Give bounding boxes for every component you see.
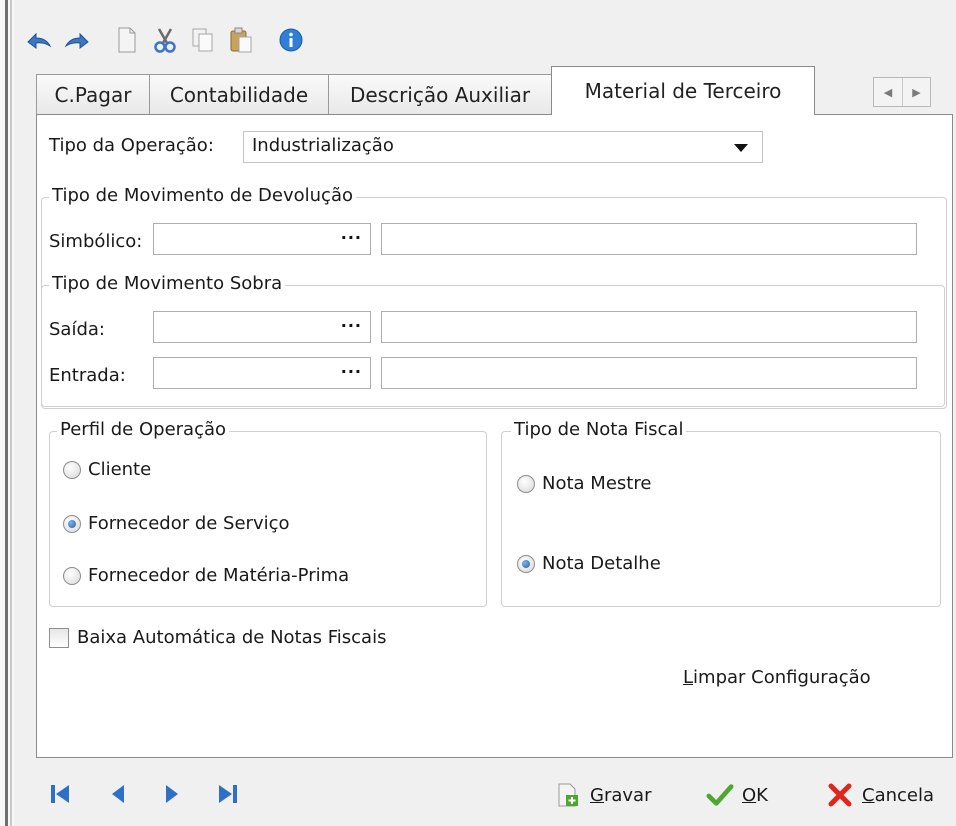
tab-material-de-terceiro[interactable]: Material de Terceiro <box>551 66 815 115</box>
limpar-configuracao-link[interactable]: Limpar Configuração <box>683 667 871 688</box>
radio-circle-selected <box>63 514 81 533</box>
radio-fornecedor-materia-prima[interactable]: Fornecedor de Matéria-Prima <box>63 565 349 586</box>
radio-cliente[interactable]: Cliente <box>63 459 151 480</box>
radio-nota-mestre-label: Nota Mestre <box>542 473 652 494</box>
cut-icon[interactable] <box>148 23 182 57</box>
toolbar <box>22 14 312 66</box>
save-document-icon <box>554 781 582 809</box>
simbolico-description-field[interactable] <box>381 223 917 255</box>
tipo-operacao-label: Tipo da Operação: <box>49 135 214 156</box>
radio-fornecedor-servico[interactable]: Fornecedor de Serviço <box>63 513 290 534</box>
info-icon[interactable] <box>274 23 308 57</box>
tab-descricao-auxiliar[interactable]: Descrição Auxiliar <box>328 74 552 115</box>
previous-record-icon[interactable] <box>104 780 132 808</box>
radio-fornecedor-servico-label: Fornecedor de Serviço <box>88 513 290 534</box>
tab-scroll-left-icon[interactable]: ◀ <box>874 78 902 106</box>
radio-fornecedor-materia-prima-label: Fornecedor de Matéria-Prima <box>88 565 350 586</box>
last-record-icon[interactable] <box>214 780 242 808</box>
close-icon <box>826 781 854 809</box>
simbolico-code-field[interactable]: ··· <box>153 223 371 255</box>
tab-bar: C.Pagar Contabilidade Descrição Auxiliar… <box>36 66 956 115</box>
tipo-operacao-value: Industrialização <box>252 135 394 156</box>
redo-icon[interactable] <box>60 23 94 57</box>
tab-scroll-buttons: ◀ ▶ <box>873 77 931 107</box>
gravar-accesskey: G <box>590 784 604 806</box>
paste-icon[interactable] <box>224 23 258 57</box>
radio-nota-detalhe-label: Nota Detalhe <box>542 553 661 574</box>
cancela-button[interactable]: Cancela <box>826 778 934 812</box>
baixa-automatica-checkbox[interactable]: Baixa Automática de Notas Fiscais <box>49 627 386 648</box>
sobra-group-title: Tipo de Movimento Sobra <box>49 273 286 294</box>
next-record-icon[interactable] <box>158 780 186 808</box>
saida-lookup-button[interactable]: ··· <box>341 316 362 335</box>
radio-circle <box>517 474 535 493</box>
tab-scroll-right-icon[interactable]: ▶ <box>902 78 930 106</box>
gravar-rest: ravar <box>603 784 652 806</box>
tab-c-pagar[interactable]: C.Pagar <box>36 74 150 115</box>
cancela-rest: ancela <box>874 784 935 806</box>
gravar-button[interactable]: Gravar <box>554 778 651 812</box>
saida-description-field[interactable] <box>381 311 917 343</box>
tipo-operacao-select[interactable]: Industrialização <box>243 131 763 163</box>
entrada-lookup-button[interactable]: ··· <box>341 362 362 381</box>
baixa-automatica-label: Baixa Automática de Notas Fiscais <box>77 627 387 648</box>
tab-contabilidade[interactable]: Contabilidade <box>149 74 329 115</box>
ok-accesskey: O <box>742 784 757 806</box>
entrada-description-field[interactable] <box>381 357 917 389</box>
undo-icon[interactable] <box>22 23 56 57</box>
saida-label: Saída: <box>49 319 105 340</box>
entrada-label: Entrada: <box>49 365 126 386</box>
perfil-operacao-group-title: Perfil de Operação <box>57 419 230 440</box>
radio-circle-selected <box>517 554 535 573</box>
limpar-rest: impar Configuração <box>693 667 871 688</box>
simbolico-label: Simbólico: <box>49 231 143 252</box>
edge-line <box>5 0 8 826</box>
radio-circle <box>63 566 81 585</box>
cancela-accesskey: C <box>862 784 875 806</box>
tab-panel-material-de-terceiro: Tipo da Operação: Industrialização Tipo … <box>36 114 953 758</box>
radio-nota-detalhe[interactable]: Nota Detalhe <box>517 553 661 574</box>
ok-rest: K <box>756 784 768 806</box>
devolucao-group-title: Tipo de Movimento de Devolução <box>49 185 356 206</box>
radio-cliente-label: Cliente <box>88 459 152 480</box>
entrada-code-field[interactable]: ··· <box>153 357 371 389</box>
first-record-icon[interactable] <box>46 780 74 808</box>
radio-circle <box>63 460 81 479</box>
check-icon <box>706 781 734 809</box>
ok-button[interactable]: OK <box>706 778 768 812</box>
window-left-edge <box>0 0 14 826</box>
saida-code-field[interactable]: ··· <box>153 311 371 343</box>
radio-nota-mestre[interactable]: Nota Mestre <box>517 473 651 494</box>
tipo-nota-fiscal-group-title: Tipo de Nota Fiscal <box>511 419 687 440</box>
chevron-down-icon <box>734 144 748 152</box>
copy-icon[interactable] <box>186 23 220 57</box>
simbolico-lookup-button[interactable]: ··· <box>341 228 362 247</box>
limpar-accesskey: L <box>683 667 694 688</box>
tipo-nota-fiscal-group <box>501 431 941 607</box>
edge-line <box>10 0 12 826</box>
checkbox-box <box>49 627 69 648</box>
new-document-icon[interactable] <box>110 23 144 57</box>
